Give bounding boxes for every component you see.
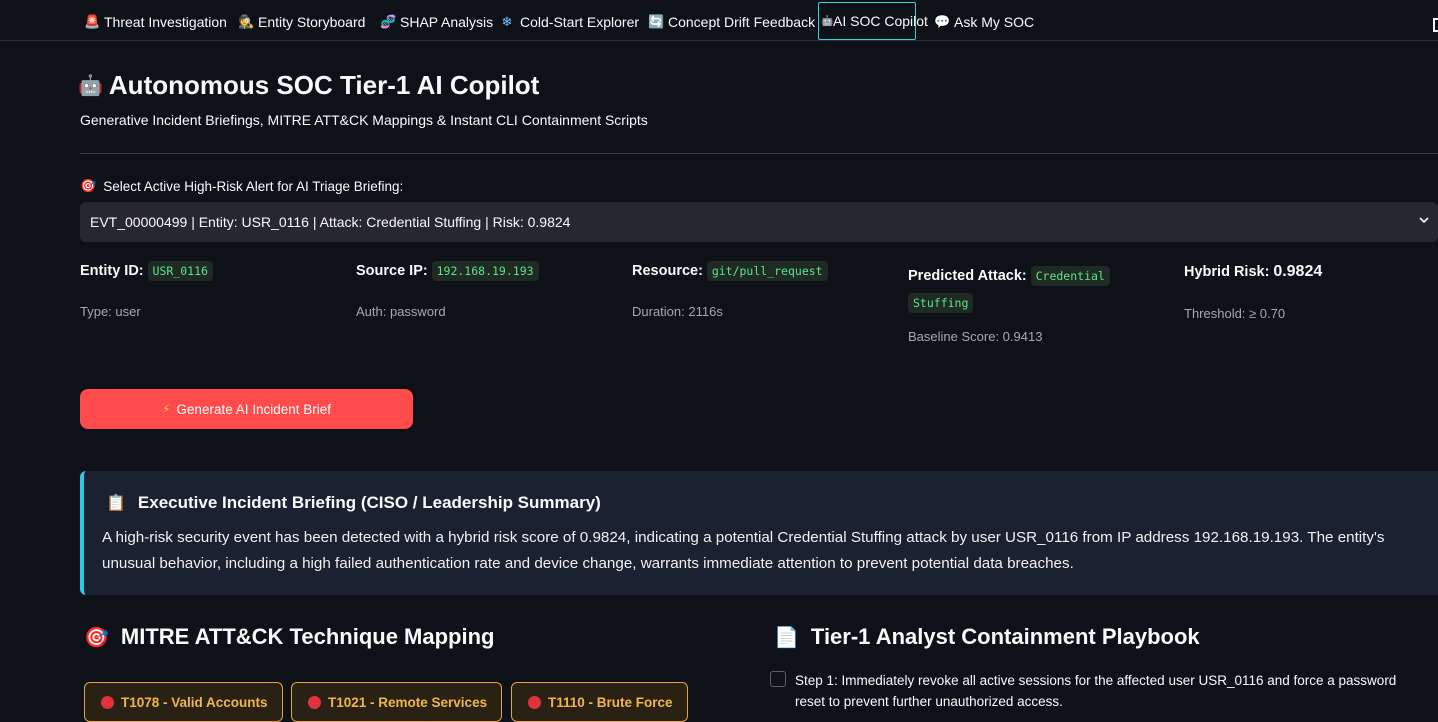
siren-icon: 🚨 xyxy=(84,14,101,29)
hybrid-risk-value: 0.9824 xyxy=(1273,263,1323,280)
metric-resource: Resource: git/pull_request xyxy=(632,261,828,281)
snowflake-icon: ❄ xyxy=(501,14,513,29)
red-circle-icon xyxy=(528,695,541,709)
tab-entity-storyboard[interactable]: 🕵 Entity Storyboard xyxy=(236,3,367,41)
step-text: Step 1: Immediately revoke all active se… xyxy=(795,673,1397,709)
speech-bubble-icon: 💬 xyxy=(934,14,951,29)
alert-select-value: EVT_00000499 | Entity: USR_0116 | Attack… xyxy=(90,214,571,230)
executive-briefing: 📋 Executive Incident Briefing (CISO / Le… xyxy=(80,471,1438,595)
technique-tag[interactable]: T1078 - Valid Accounts xyxy=(84,682,283,722)
duration: Duration: 2116s xyxy=(632,304,723,319)
alert-select-label: 🎯 Select Active High-Risk Alert for AI T… xyxy=(80,178,404,194)
lightning-icon: ⚡ xyxy=(161,402,171,416)
robot-icon: 🤖 xyxy=(821,15,834,27)
tab-scroll-icon[interactable] xyxy=(1433,18,1438,32)
briefing-text: A high-risk security event has been dete… xyxy=(102,529,1385,572)
refresh-icon: 🔄 xyxy=(648,14,665,29)
entity-id-value: USR_0116 xyxy=(147,261,213,281)
resource-value: git/pull_request xyxy=(706,261,828,281)
mitre-section-title: 🎯 MITRE ATT&CK Technique Mapping xyxy=(84,624,495,649)
red-circle-icon xyxy=(308,695,321,709)
tab-concept-drift-feedback[interactable]: 🔄 Concept Drift Feedback xyxy=(646,3,817,41)
technique-tag[interactable]: T1110 - Brute Force xyxy=(511,682,688,722)
tab-ask-my-soc[interactable]: 💬 Ask My SOC xyxy=(932,3,1036,41)
robot-icon: 🤖 xyxy=(78,75,103,97)
page-title: Autonomous SOC Tier-1 AI Copilot xyxy=(108,70,540,100)
dna-icon: 🧬 xyxy=(380,14,397,29)
playbook-step: Step 1: Immediately revoke all active se… xyxy=(770,670,1430,712)
page-header: 🤖 Autonomous SOC Tier-1 AI Copilot xyxy=(78,70,539,101)
clipboard-icon: 📋 xyxy=(106,495,126,512)
alert-select[interactable]: EVT_00000499 | Entity: USR_0116 | Attack… xyxy=(80,202,1438,242)
target-icon: 🎯 xyxy=(84,626,109,649)
predicted-attack-value-1: Credential xyxy=(1030,266,1110,286)
predicted-attack-value-2: Stuffing xyxy=(908,293,974,313)
source-ip-value: 192.168.19.193 xyxy=(431,261,539,281)
generate-brief-button[interactable]: ⚡ Generate AI Incident Brief xyxy=(80,389,413,429)
entity-type: Type: user xyxy=(80,304,141,319)
auth-type: Auth: password xyxy=(356,304,446,319)
tab-ai-soc-copilot[interactable]: 🤖 AI SOC Copilot xyxy=(818,2,928,40)
page-subtitle: Generative Incident Briefings, MITRE ATT… xyxy=(80,112,648,128)
metric-predicted-attack: Predicted Attack: Credential Stuffing xyxy=(908,262,1128,316)
target-icon: 🎯 xyxy=(80,178,97,193)
tab-bar: 🚨 Threat Investigation 🕵 Entity Storyboa… xyxy=(0,0,1438,41)
metric-entity-id: Entity ID: USR_0116 xyxy=(80,261,213,281)
briefing-title: 📋 Executive Incident Briefing (CISO / Le… xyxy=(106,493,601,512)
chevron-down-icon xyxy=(1418,213,1430,229)
divider xyxy=(80,153,1438,154)
tab-cold-start-explorer[interactable]: ❄ Cold-Start Explorer xyxy=(498,3,641,41)
baseline-score: Baseline Score: 0.9413 xyxy=(908,329,1043,344)
metric-hybrid-risk: Hybrid Risk: 0.9824 xyxy=(1184,263,1323,280)
metric-source-ip: Source IP: 192.168.19.193 xyxy=(356,261,539,281)
detective-icon: 🕵 xyxy=(238,14,255,29)
technique-tag[interactable]: T1021 - Remote Services xyxy=(291,682,503,722)
tab-threat-investigation[interactable]: 🚨 Threat Investigation xyxy=(82,3,229,41)
playbook-section-title: 📄 Tier-1 Analyst Containment Playbook xyxy=(774,624,1200,649)
tab-shap-analysis[interactable]: 🧬 SHAP Analysis xyxy=(378,3,495,41)
risk-threshold: Threshold: ≥ 0.70 xyxy=(1184,306,1286,321)
red-circle-icon xyxy=(101,695,114,709)
document-icon: 📄 xyxy=(774,626,799,649)
step-checkbox[interactable] xyxy=(770,671,786,687)
